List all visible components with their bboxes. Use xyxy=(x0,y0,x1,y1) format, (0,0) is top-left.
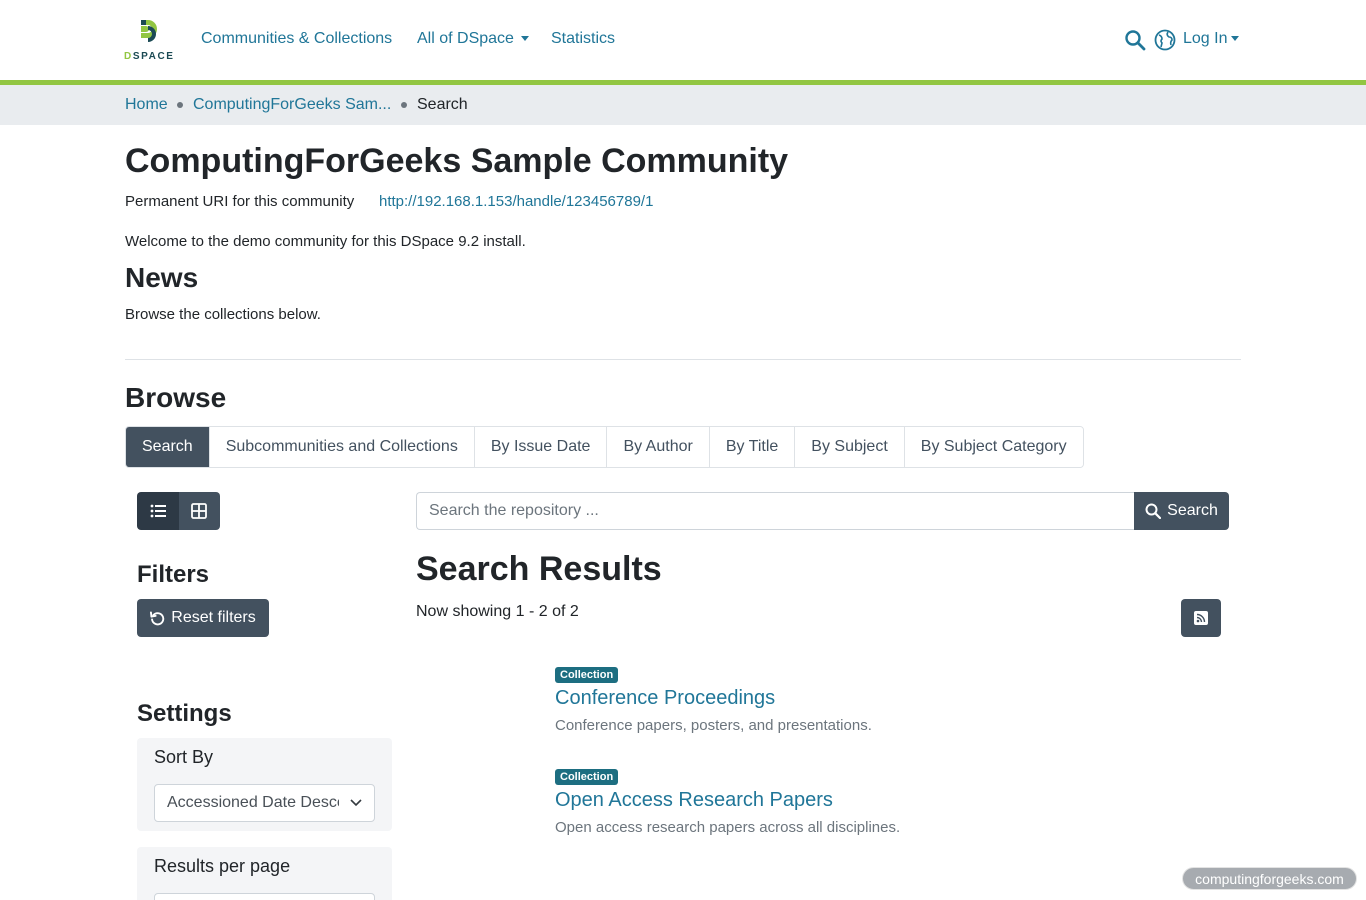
sort-by-label: Sort By xyxy=(154,747,214,767)
settings-heading: Settings xyxy=(137,700,232,727)
search-input[interactable] xyxy=(416,492,1135,530)
tab-search[interactable]: Search xyxy=(126,427,209,467)
login-label: Log In xyxy=(1183,30,1228,47)
results-per-page-select[interactable] xyxy=(154,893,375,900)
tab-by-subject[interactable]: By Subject xyxy=(794,427,904,467)
breadcrumb-separator xyxy=(401,102,407,108)
result-title-link[interactable]: Open Access Research Papers xyxy=(555,789,900,812)
type-badge: Collection xyxy=(555,769,619,785)
permanent-uri-label: Permanent URI for this community xyxy=(125,193,355,210)
tab-subcommunities-collections[interactable]: Subcommunities and Collections xyxy=(208,427,474,467)
nav-statistics[interactable]: Statistics xyxy=(551,30,615,48)
result-title-link[interactable]: Conference Proceedings xyxy=(555,687,872,710)
results-per-page-card: Results per page xyxy=(137,847,392,900)
undo-icon xyxy=(150,610,165,625)
tab-by-author[interactable]: By Author xyxy=(606,427,709,467)
nav-all-of-dspace-label: All of DSpace xyxy=(417,30,514,47)
browse-tabs: Search Subcommunities and Collections By… xyxy=(125,426,1084,468)
permanent-uri-link[interactable]: http://192.168.1.153/handle/123456789/1 xyxy=(379,193,653,210)
list-icon xyxy=(150,504,166,518)
search-results-heading: Search Results xyxy=(416,550,662,588)
search-button-label: Search xyxy=(1167,502,1218,519)
chevron-down-icon xyxy=(1231,36,1240,42)
logo-wordmark: DSPACE xyxy=(124,51,175,62)
nav-all-of-dspace[interactable]: All of DSpace xyxy=(417,30,529,48)
rss-icon xyxy=(1194,611,1208,625)
breadcrumb-community[interactable]: ComputingForGeeks Sam... xyxy=(193,96,391,114)
chevron-down-icon xyxy=(350,799,362,807)
search-button[interactable]: Search xyxy=(1134,492,1229,530)
news-heading: News xyxy=(125,262,199,293)
tab-by-title[interactable]: By Title xyxy=(708,427,795,467)
search-icon xyxy=(1145,503,1162,519)
tab-by-subject-category[interactable]: By Subject Category xyxy=(903,427,1083,467)
grid-icon xyxy=(191,503,208,519)
page-title: ComputingForGeeks Sample Community xyxy=(125,142,789,180)
reset-filters-label: Reset filters xyxy=(171,609,256,626)
result-description: Conference papers, posters, and presenta… xyxy=(555,717,872,734)
view-mode-toggle xyxy=(137,492,220,530)
watermark: computingforgeeks.com xyxy=(1182,867,1357,890)
logo-text: SPACE xyxy=(132,51,175,62)
list-item: Collection Conference Proceedings Confer… xyxy=(555,665,872,734)
results-count: Now showing 1 - 2 of 2 xyxy=(416,603,579,620)
globe-icon[interactable] xyxy=(1154,29,1176,51)
divider xyxy=(125,359,1241,360)
type-badge: Collection xyxy=(555,667,619,683)
login-dropdown[interactable]: Log In xyxy=(1183,30,1240,48)
welcome-text: Welcome to the demo community for this D… xyxy=(125,233,526,250)
results-per-page-label: Results per page xyxy=(154,856,291,876)
news-text: Browse the collections below. xyxy=(125,306,321,323)
dspace-logo[interactable]: DSPACE xyxy=(124,18,182,62)
browse-heading: Browse xyxy=(125,382,227,413)
nav-communities-collections[interactable]: Communities & Collections xyxy=(201,30,392,48)
search-icon[interactable] xyxy=(1124,29,1146,51)
filters-heading: Filters xyxy=(137,561,210,588)
grid-view-button[interactable] xyxy=(178,492,220,530)
dspace-logo-icon xyxy=(141,20,157,42)
sort-by-select[interactable]: Accessioned Date Descending xyxy=(154,784,375,822)
tab-by-issue-date[interactable]: By Issue Date xyxy=(473,427,607,467)
rss-feed-button[interactable] xyxy=(1181,599,1221,637)
breadcrumb-home[interactable]: Home xyxy=(125,96,168,114)
reset-filters-button[interactable]: Reset filters xyxy=(137,599,269,637)
site-header: DSPACE Communities & Collections All of … xyxy=(0,0,1366,80)
list-view-button[interactable] xyxy=(137,492,179,530)
sort-by-card: Sort By Accessioned Date Descending xyxy=(137,738,392,831)
result-description: Open access research papers across all d… xyxy=(555,819,901,836)
breadcrumb-separator xyxy=(177,102,183,108)
breadcrumb-current: Search xyxy=(417,96,468,113)
list-item: Collection Open Access Research Papers O… xyxy=(555,767,900,836)
sort-by-value: Accessioned Date Descending xyxy=(167,794,339,811)
chevron-down-icon xyxy=(520,36,529,42)
